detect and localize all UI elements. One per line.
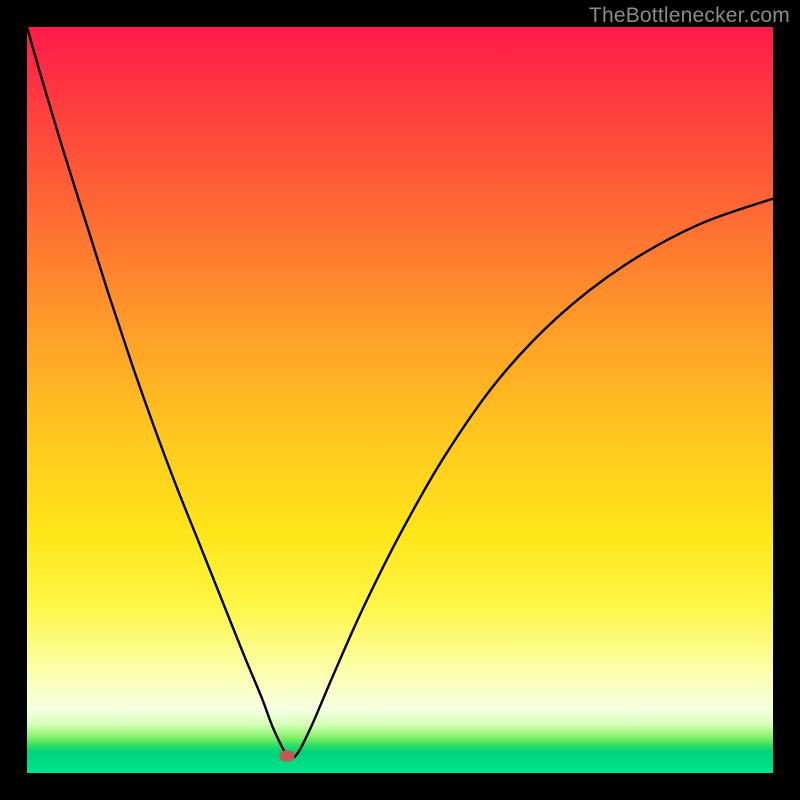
chart-frame: TheBottlenecker.com	[0, 0, 800, 800]
minimum-marker	[279, 750, 294, 761]
plot-area	[27, 27, 773, 773]
watermark-text: TheBottlenecker.com	[589, 4, 790, 28]
bottleneck-curve	[27, 27, 773, 773]
